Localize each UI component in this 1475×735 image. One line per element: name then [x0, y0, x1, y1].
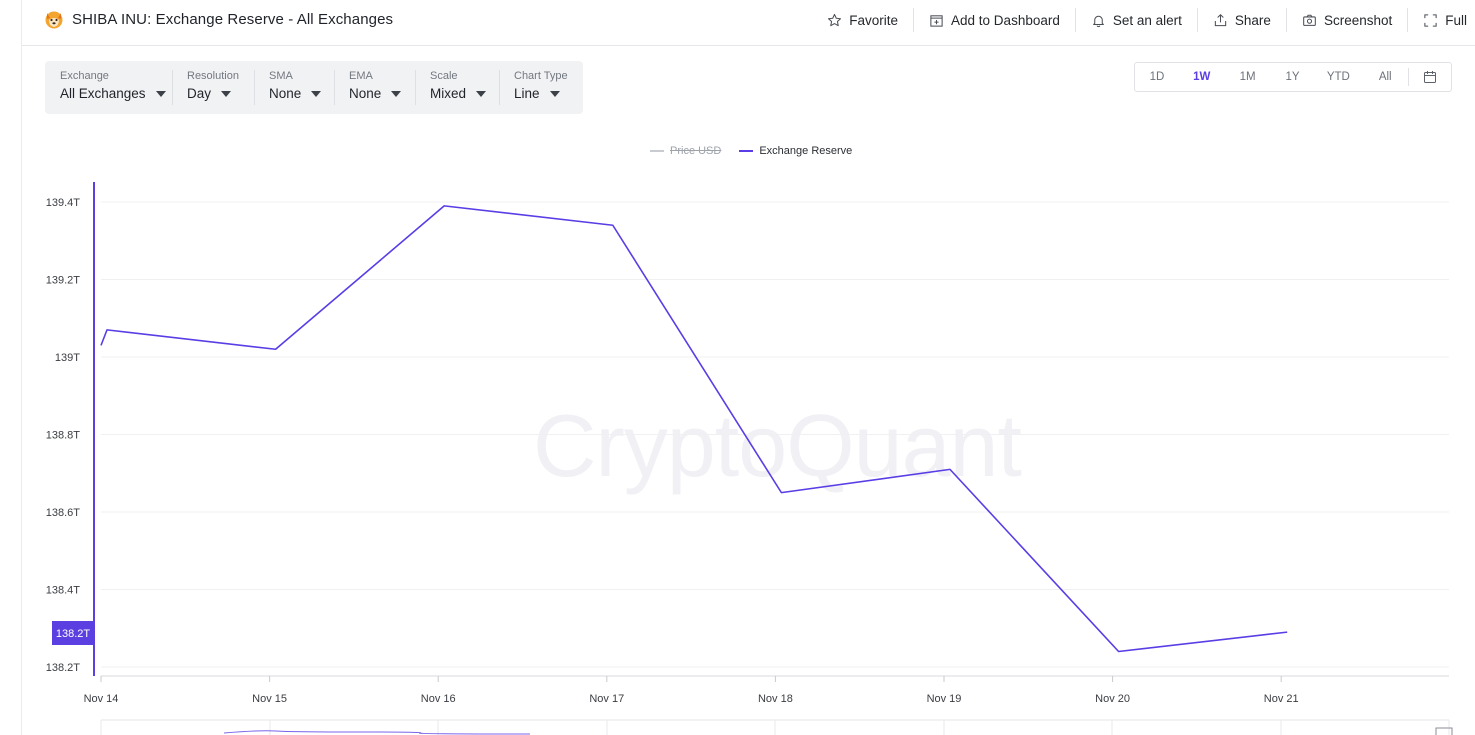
y-tick-label: 138.6T	[46, 507, 81, 519]
exchange-reserve-line	[100, 205, 1288, 653]
x-tick-label: Nov 17	[589, 693, 624, 705]
y-tick-label: 139.2T	[46, 275, 81, 287]
x-tick-label: Nov 15	[252, 693, 287, 705]
y-tick-label: 139T	[55, 352, 80, 364]
x-tick-label: Nov 18	[758, 693, 793, 705]
x-tick-label: Nov 19	[927, 693, 962, 705]
y-tick-label: 138.2T	[46, 662, 81, 674]
x-tick-label: Nov 21	[1264, 693, 1299, 705]
y-tick-label: 138.4T	[46, 585, 81, 597]
exchange-reserve-chart[interactable]: 139.4T 139.2T 139T 138.8T 138.6T 138.4T 138.2T…	[0, 0, 1475, 735]
x-tick-label: Nov 14	[84, 693, 119, 705]
navigator-handle	[1435, 727, 1453, 735]
y-marker-label: 138.2T	[56, 628, 91, 640]
y-tick-label: 138.8T	[46, 430, 81, 442]
y-tick-label: 139.4T	[46, 197, 81, 209]
x-tick-label: Nov 20	[1095, 693, 1130, 705]
x-tick-label: Nov 16	[421, 693, 456, 705]
